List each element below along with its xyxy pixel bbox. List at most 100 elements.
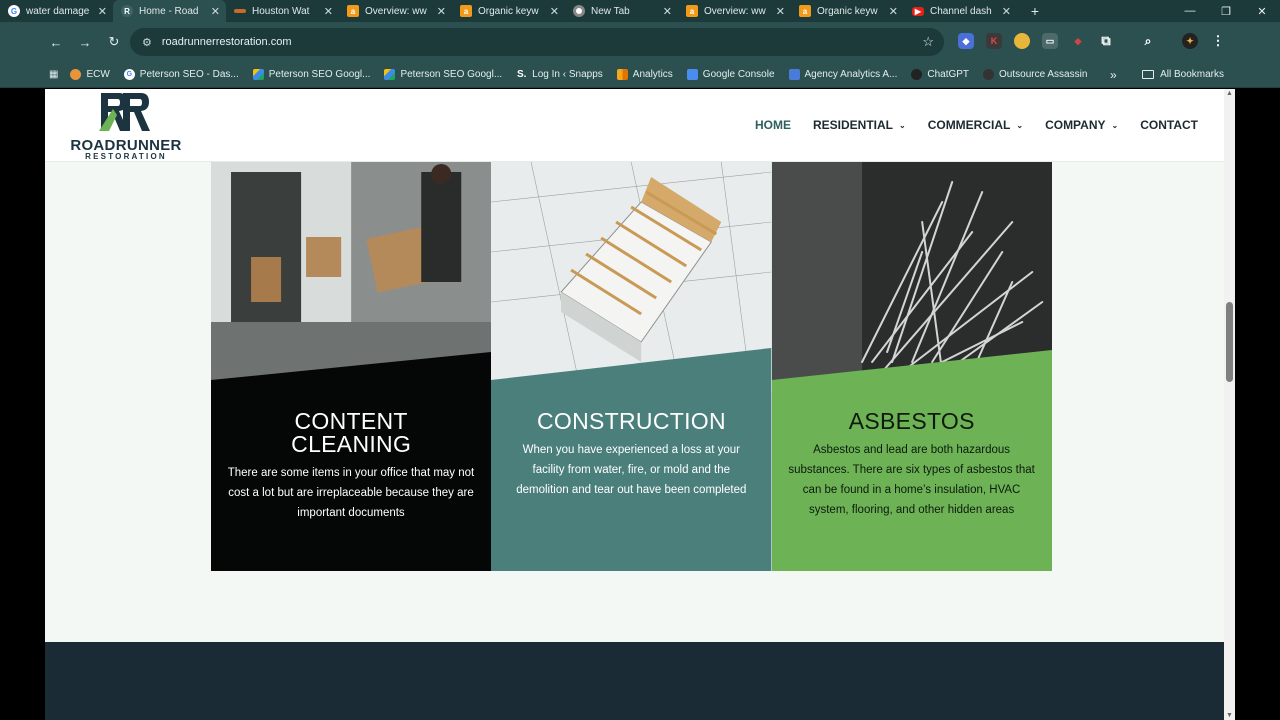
bookmark-star-icon[interactable]: ☆ [922,34,934,50]
close-tab-icon[interactable]: ✕ [1002,5,1011,18]
bookmark-label: ECW [86,69,110,80]
browser-tab[interactable]: ▶ Channel dash ✕ [904,0,1017,22]
close-tab-icon[interactable]: ✕ [776,5,785,18]
card-photo-construction [491,162,772,571]
bookmark-label: Log In ‹ Snapps [532,69,603,80]
site-logo[interactable]: ROADRUNNER RESTORATION [67,91,187,161]
tab-title: Houston Wat [252,5,310,17]
scrollbar-thumb[interactable] [1226,302,1233,382]
site-icon [234,9,246,13]
tab-title: Home - Road [139,5,199,17]
nav-company[interactable]: COMPANY ⌄ [1045,118,1118,132]
restore-icon[interactable]: ❐ [1208,0,1244,22]
browser-tab[interactable]: a Organic keyw ✕ [791,0,904,22]
tab-title: water damage [26,5,90,17]
extension-bulb-icon[interactable] [1014,33,1030,49]
nav-label: COMPANY [1045,118,1106,132]
site-info-icon[interactable]: ⚙ [142,36,152,49]
bookmark-label: ChatGPT [927,69,970,80]
assassin-icon [983,69,995,80]
new-tab-icon[interactable]: + [1025,3,1045,19]
search-console-icon [686,69,698,80]
browser-tab[interactable]: Houston Wat ✕ [226,0,339,22]
close-tab-icon[interactable]: ✕ [211,5,220,18]
service-card-asbestos[interactable]: ASBESTOS Asbestos and lead are both haza… [771,162,1052,571]
bookmark-label: Peterson SEO Googl... [400,69,503,80]
bookmark-item[interactable]: ChatGPT [911,69,969,80]
close-tab-icon[interactable]: ✕ [324,5,333,18]
reload-icon[interactable]: ↻ [100,28,128,56]
apps-grid-icon[interactable]: ▦ [49,69,58,80]
address-bar[interactable]: ⚙ roadrunnerrestoration.com ☆ [130,28,944,56]
nav-label: CONTACT [1140,118,1198,132]
close-tab-icon[interactable]: ✕ [437,5,446,18]
bookmark-label: Analytics [632,69,673,80]
google-icon: G [8,5,20,17]
ahrefs-icon: a [799,5,811,17]
bookmark-label: Outsource Assassin [999,69,1088,80]
bookmark-item[interactable]: Peterson SEO Googl... [384,69,502,80]
close-tab-icon[interactable]: ✕ [550,5,559,18]
close-tab-icon[interactable]: ✕ [98,5,107,18]
bookmark-item[interactable]: Outsource Assassin [983,69,1087,80]
service-card-construction[interactable]: CONSTRUCTION When you have experienced a… [491,162,772,571]
browser-tab[interactable]: Gwater damage ✕ [0,0,113,22]
site-footer [45,642,1224,720]
card-title: ASBESTOS [848,408,975,434]
nav-home[interactable]: HOME [755,118,791,132]
nav-contact[interactable]: CONTACT [1140,118,1198,132]
chrome-icon [573,5,585,17]
bookmark-label: Agency Analytics A... [804,69,898,80]
scroll-down-icon[interactable]: ▼ [1226,712,1233,719]
close-window-icon[interactable]: ✕ [1244,0,1280,22]
folder-icon [1142,70,1155,79]
card-title: CONSTRUCTION [537,408,726,434]
bookmarks-bar: ▦ ECW G Peterson SEO - Das... Peterson SE… [0,62,1280,88]
browser-menu-icon[interactable]: ⋮ [1210,33,1226,49]
ecw-icon [70,69,82,80]
back-icon[interactable]: ← [42,28,70,56]
scroll-up-icon[interactable]: ▲ [1226,90,1233,97]
browser-tab[interactable]: a Overview: ww ✕ [678,0,791,22]
minimize-icon[interactable]: — [1172,0,1208,22]
more-bookmarks-icon[interactable]: » [1110,68,1117,82]
tab-title: Overview: ww [365,5,427,17]
chatgpt-icon [911,69,923,80]
analytics-icon [616,69,628,80]
page-scrollbar[interactable]: ▲ ▼ [1224,89,1235,720]
bookmark-item[interactable]: G Peterson SEO - Das... [123,69,239,80]
all-bookmarks[interactable]: All Bookmarks [1142,69,1224,80]
close-tab-icon[interactable]: ✕ [663,5,672,18]
bookmark-label: Peterson SEO - Das... [139,69,239,80]
card-title: CONTENT CLEANING [291,408,412,457]
agency-icon [788,69,800,80]
roadrunner-logo-icon [99,93,150,131]
bookmark-item[interactable]: Peterson SEO Googl... [252,69,370,80]
browser-tab[interactable]: a Overview: ww ✕ [339,0,452,22]
nav-residential[interactable]: RESIDENTIAL ⌄ [813,118,906,132]
screen-search-icon[interactable]: ⌕ [1140,33,1156,49]
page-viewport: ROADRUNNER RESTORATION HOME RESIDENTIAL ⌄… [45,89,1224,720]
browser-tab-active[interactable]: R Home - Road ✕ [113,0,226,22]
browser-tab[interactable]: New Tab ✕ [565,0,678,22]
profile-avatar-icon[interactable]: ✦ [1182,33,1198,49]
extension-k-icon[interactable]: K [986,33,1002,49]
close-tab-icon[interactable]: ✕ [889,5,898,18]
bookmark-item[interactable]: Agency Analytics A... [788,69,898,80]
extension-icon[interactable]: ◆ [958,33,974,49]
extension-card-icon[interactable]: ▭ [1042,33,1058,49]
bookmark-item[interactable]: ECW [70,69,110,80]
service-card-content-cleaning[interactable]: CONTENT CLEANING There are some items in … [211,162,492,571]
forward-icon[interactable]: → [71,28,99,56]
bookmark-item[interactable]: Analytics [616,69,673,80]
browser-tab[interactable]: a Organic keyw ✕ [452,0,565,22]
extension-pin-icon[interactable]: ◆ [1070,33,1086,49]
window-controls: — ❐ ✕ [1172,0,1280,22]
bookmark-item[interactable]: Google Console [686,69,775,80]
extensions-puzzle-icon[interactable]: ⧉ [1098,33,1114,49]
nav-commercial[interactable]: COMMERCIAL ⌄ [928,118,1023,132]
all-bookmarks-label: All Bookmarks [1160,69,1224,80]
browser-toolbar: ← → ↻ ⚙ roadrunnerrestoration.com ☆ ◆ K … [0,22,1280,62]
card-description: When you have experienced a loss at your… [516,444,747,496]
bookmark-item[interactable]: S. Log In ‹ Snapps [516,69,603,80]
